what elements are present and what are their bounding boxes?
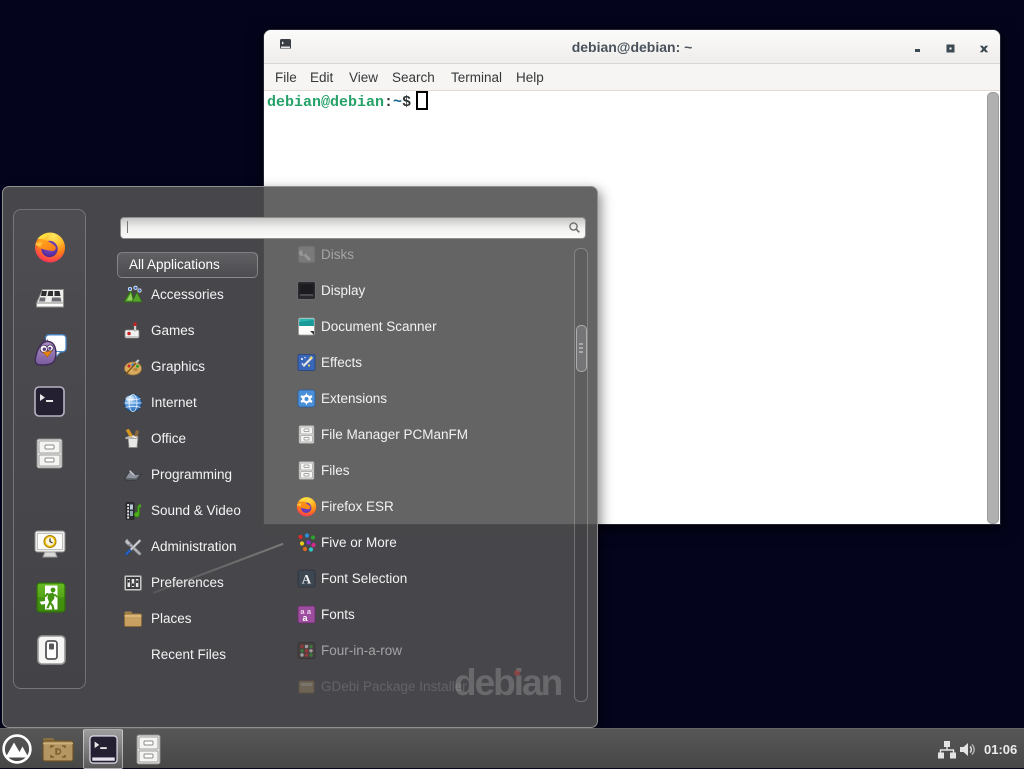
svg-text:A: A [302, 572, 312, 587]
